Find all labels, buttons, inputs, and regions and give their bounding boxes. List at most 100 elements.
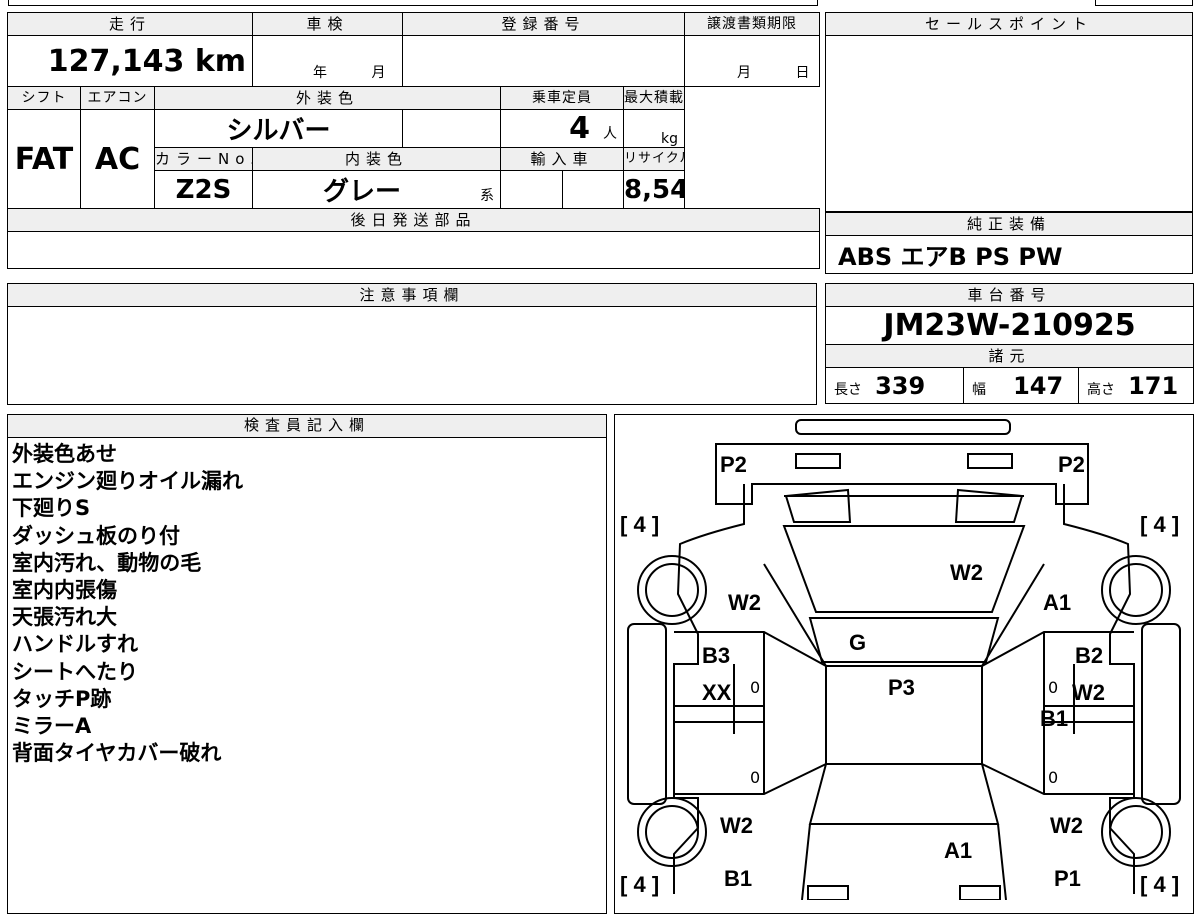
transfer-month-label: 月: [737, 65, 752, 81]
tire-mark-rear-right: [ 4 ]: [1140, 512, 1180, 537]
note-item: 背面タイヤカバー破れ: [12, 741, 222, 766]
damage-label: B1: [724, 866, 753, 891]
max-load-header-text: 最大積載量: [624, 90, 685, 106]
damage-label: P1: [1054, 866, 1081, 891]
color-no-value: Z2S: [153, 170, 254, 209]
marker-zero: 0: [1048, 678, 1059, 697]
note-item: 下廻りS: [12, 496, 91, 521]
shaken-header: 車検: [252, 12, 404, 36]
specs-header: 諸元: [824, 344, 1195, 368]
width-cell: 幅 147: [963, 367, 1079, 404]
note-item: 天張汚れ大: [12, 605, 117, 630]
recycle-value: 8,540 円: [623, 170, 686, 209]
front-grill-left: [807, 885, 849, 900]
windshield-shape: [808, 617, 1000, 663]
damage-label: W2: [1050, 813, 1083, 838]
damage-label: A1: [1043, 590, 1072, 615]
note-item: タッチP跡: [12, 686, 112, 711]
equipment-value: ABS エアB PS PW: [825, 235, 1193, 274]
note-item: 室内汚れ、動物の毛: [12, 550, 202, 575]
width-label: 幅: [972, 381, 986, 398]
interior-color-text: グレー: [323, 177, 402, 207]
side-outline-left: [627, 623, 667, 805]
transfer-deadline-header: 譲渡書類期限: [684, 12, 821, 36]
exterior-color-value: シルバー: [153, 109, 404, 148]
interior-color-value: グレー 系: [252, 170, 502, 209]
caution-table: 注意事項欄: [7, 283, 817, 405]
damage-label: P2: [1058, 452, 1085, 477]
later-parts-header: 後日発送部品: [6, 208, 821, 232]
top-edge-remnant-right: [1095, 0, 1193, 6]
tire-mark-value: 4: [1153, 512, 1166, 537]
note-item: ハンドルすれ: [12, 632, 138, 657]
damage-label: W2: [720, 813, 753, 838]
capacity-header: 乗車定員: [500, 86, 625, 110]
damage-label: B2: [1075, 643, 1104, 668]
import-header: 輸入車: [500, 147, 625, 171]
tire-front-left: [637, 797, 707, 867]
interior-color-suffix: 系: [480, 188, 495, 204]
rear-lamp-right: [967, 453, 1013, 469]
note-item: ミラーA: [12, 714, 92, 739]
note-item: シートへたり: [12, 659, 138, 684]
height-label: 高さ: [1087, 381, 1115, 398]
car-diagram: [627, 419, 1181, 900]
length-value: 339: [875, 371, 926, 400]
note-item: エンジン廻りオイル漏れ: [12, 469, 243, 494]
damage-label: XX: [702, 680, 732, 705]
shaken-month-label: 月: [371, 65, 386, 81]
tire-mark-value: 4: [633, 872, 646, 897]
tire-mark-rear-left: [ 4 ]: [620, 512, 660, 537]
sales-point-header: セールスポイント: [825, 12, 1193, 36]
transfer-deadline-value: 月 日: [684, 35, 821, 87]
tire-rear-right: [1101, 555, 1171, 625]
exterior-color-extra: [402, 109, 502, 148]
roof-shape: [782, 525, 1026, 613]
max-load-header-cell: 最大積載量: [623, 86, 686, 110]
shaken-value: 年 月: [252, 35, 404, 87]
damage-label: P2: [720, 452, 747, 477]
front-bumper-lines: [801, 823, 1007, 900]
sales-point-value: [825, 35, 1193, 212]
mileage-value: 127,143 km: [6, 35, 254, 87]
sales-point-table: セールスポイント: [825, 12, 1193, 212]
damage-label: W2: [950, 560, 983, 585]
registration-header: 登録番号: [402, 12, 686, 36]
damage-label: W2: [1072, 680, 1105, 705]
chassis-value: JM23W-210925: [824, 306, 1195, 345]
damage-label: P3: [888, 675, 915, 700]
top-edge-remnant: [8, 0, 818, 6]
roof-spoiler-shape: [795, 419, 1011, 435]
capacity-value: 4 人: [500, 109, 625, 148]
inspector-header: 検査員記入欄: [7, 414, 607, 438]
caution-header: 注意事項欄: [7, 283, 817, 307]
capacity-unit: 人: [603, 126, 618, 142]
note-item: 外装色あせ: [12, 442, 117, 466]
damage-label: B1: [1040, 706, 1069, 731]
rear-glass-right: [954, 488, 1024, 523]
recycle-amount: 8,540: [624, 174, 684, 205]
vehicle-info-table: 走行 車検 登録番号 譲渡書類期限 127,143 km 年 月 月 日 シフト…: [6, 12, 821, 269]
equipment-header: 純正装備: [825, 212, 1193, 236]
chassis-header: 車台番号: [824, 283, 1195, 307]
width-value: 147: [1013, 371, 1064, 400]
import-value-1: [500, 170, 564, 209]
interior-color-header: 内装色: [252, 147, 502, 171]
max-load-value: kg: [623, 109, 686, 148]
length-cell: 長さ 339: [825, 367, 964, 404]
exterior-color-header: 外装色: [153, 86, 502, 110]
ac-value: AC: [80, 109, 155, 209]
damage-label: A1: [944, 838, 973, 863]
marker-zero: 0: [1048, 768, 1059, 787]
rear-glass-left: [784, 488, 852, 523]
length-label: 長さ: [834, 381, 862, 398]
height-value: 171: [1128, 371, 1179, 400]
shift-header: シフト: [7, 86, 81, 110]
height-cell: 高さ 171: [1077, 367, 1195, 404]
shift-value: FAT: [7, 109, 81, 209]
tire-mark-front-left: [ 4 ]: [620, 872, 660, 897]
shaken-year-label: 年: [313, 65, 328, 81]
damage-label: W2: [728, 590, 761, 615]
color-no-header: カラーNo.: [153, 147, 254, 171]
side-outline-right: [1141, 623, 1181, 805]
